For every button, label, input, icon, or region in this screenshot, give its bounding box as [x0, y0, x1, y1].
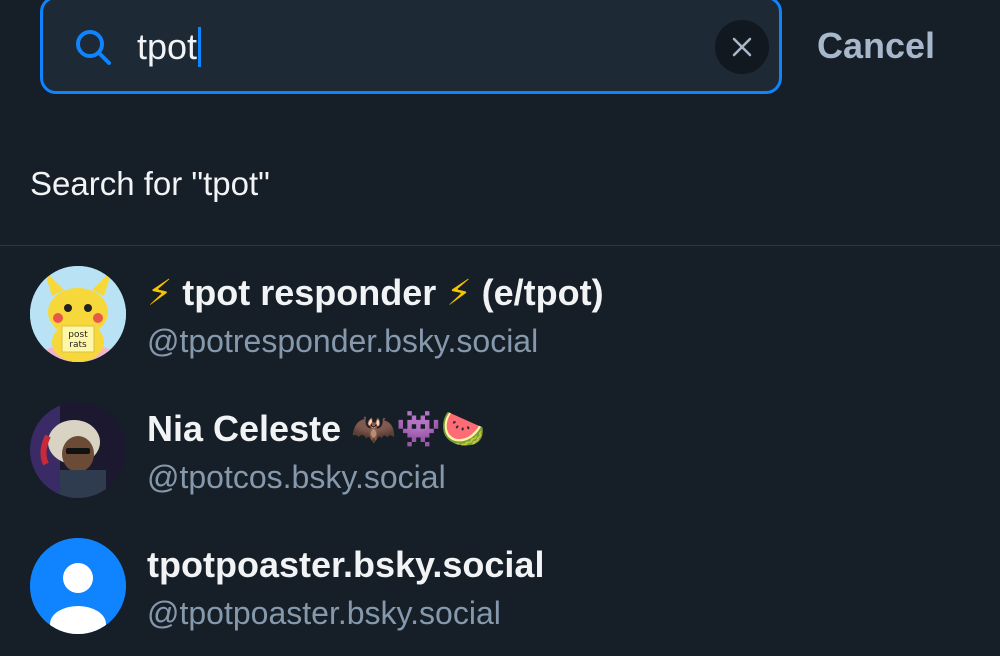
cancel-button[interactable]: Cancel	[817, 22, 935, 70]
clear-search-button[interactable]	[715, 20, 769, 74]
pikachu-avatar: post rats	[30, 266, 126, 362]
display-name: ⚡ tpot responder ⚡ (e/tpot)	[147, 272, 604, 313]
display-name: tpotpoaster.bsky.social	[147, 544, 545, 585]
search-input[interactable]: tpot	[137, 25, 202, 69]
text-caret	[198, 27, 202, 67]
list-item[interactable]: post rats ⚡ tpot responder ⚡ (e/tpot) @t…	[0, 248, 1000, 384]
user-handle: @tpotcos.bsky.social	[147, 459, 446, 495]
lightning-icon: ⚡	[147, 272, 173, 313]
list-item[interactable]: Nia Celeste 🦇👾🍉 @tpotcos.bsky.social	[0, 384, 1000, 520]
search-for-label: Search for "tpot"	[30, 165, 270, 202]
emoji-icons: 🦇👾🍉	[351, 408, 486, 449]
user-handle: @tpotresponder.bsky.social	[147, 323, 539, 359]
photo-avatar	[30, 402, 126, 498]
default-user-avatar	[30, 538, 126, 634]
search-icon	[76, 30, 111, 65]
search-field[interactable]: tpot	[40, 0, 782, 94]
display-name: Nia Celeste 🦇👾🍉	[147, 408, 486, 449]
user-icon	[30, 538, 126, 634]
list-item[interactable]: tpotpoaster.bsky.social @tpotpoaster.bsk…	[0, 520, 1000, 656]
search-query-text: tpot	[137, 26, 198, 67]
svg-text:rats: rats	[69, 340, 87, 350]
search-for-row[interactable]: Search for "tpot"	[0, 140, 1000, 246]
lightning-icon: ⚡	[446, 272, 472, 313]
search-header: tpot Cancel	[0, 0, 1000, 120]
user-handle: @tpotpoaster.bsky.social	[147, 595, 501, 631]
close-icon	[732, 37, 752, 57]
svg-text:post: post	[68, 330, 88, 340]
